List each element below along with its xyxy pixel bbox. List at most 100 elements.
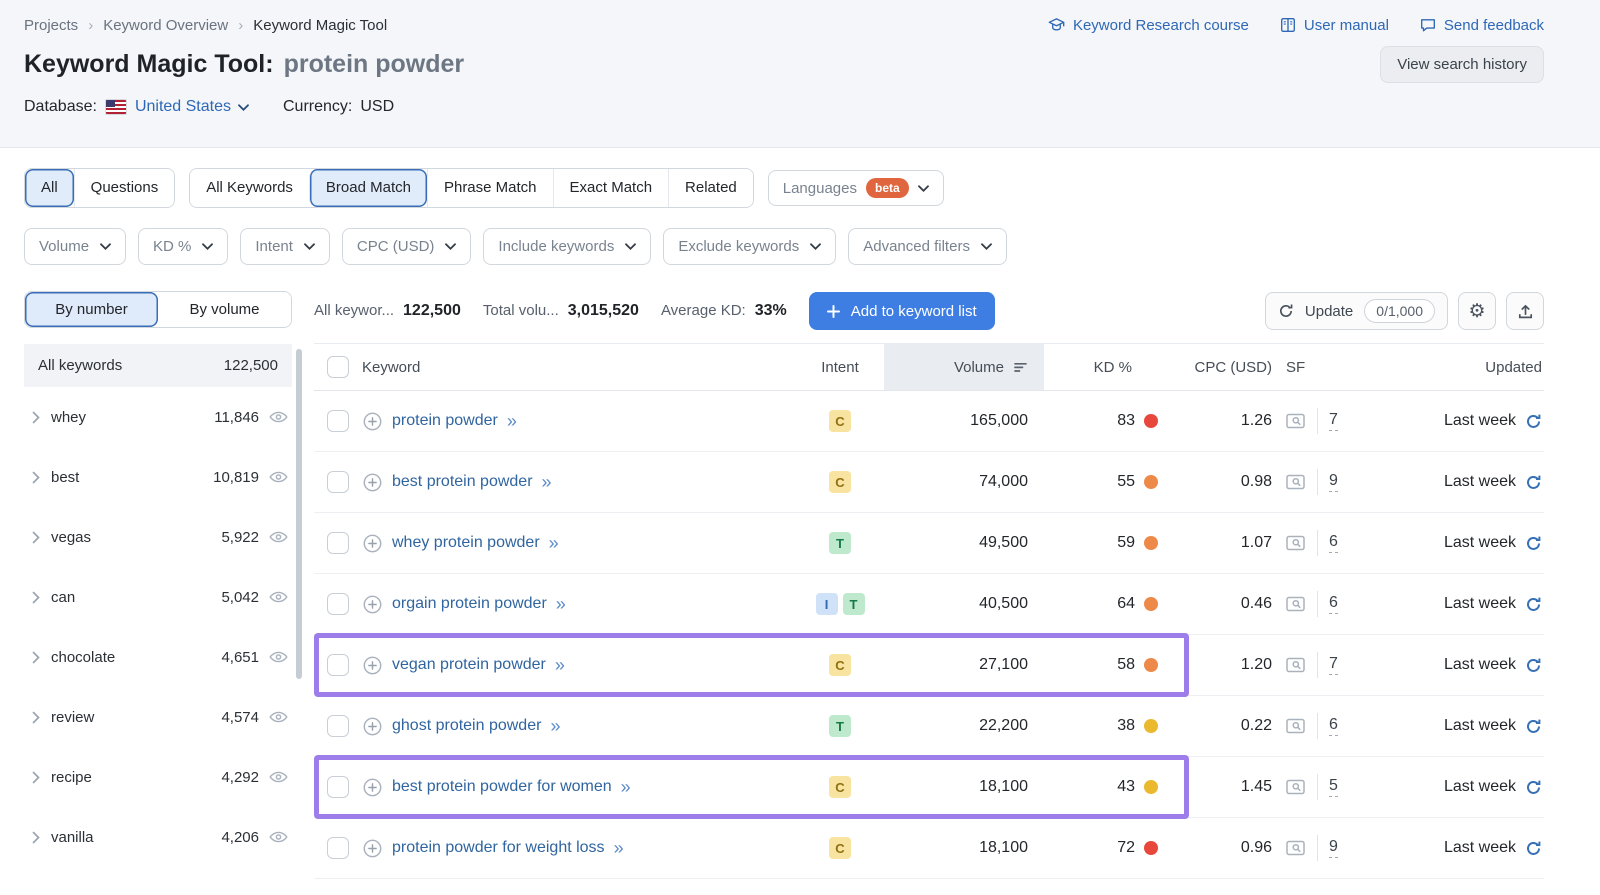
serp-preview-icon[interactable] <box>1286 535 1306 551</box>
eye-icon[interactable] <box>269 410 288 424</box>
filter-advanced-filters[interactable]: Advanced filters <box>848 228 1007 265</box>
row-checkbox[interactable] <box>327 532 349 554</box>
refresh-row-icon[interactable] <box>1525 413 1542 430</box>
expand-chevron-icon[interactable] <box>32 471 41 484</box>
add-keyword-icon[interactable] <box>362 655 383 676</box>
sidebar-group-vegas[interactable]: vegas5,922 <box>24 507 292 567</box>
select-all-checkbox[interactable] <box>327 356 349 378</box>
expand-chevron-icon[interactable] <box>32 411 41 424</box>
expand-chevron-icon[interactable] <box>32 591 41 604</box>
toggle-by-volume[interactable]: By volume <box>158 292 291 327</box>
serp-preview-icon[interactable] <box>1286 718 1306 734</box>
sidebar-group-whey[interactable]: whey11,846 <box>24 387 292 447</box>
breadcrumb-item-projects[interactable]: Projects <box>24 17 78 34</box>
refresh-row-icon[interactable] <box>1525 779 1542 796</box>
keyword-link[interactable]: vegan protein powder <box>392 656 546 674</box>
languages-dropdown[interactable]: Languagesbeta <box>768 170 944 206</box>
sidebar-group-review[interactable]: review4,574 <box>24 687 292 747</box>
add-keyword-icon[interactable] <box>362 594 383 615</box>
keyword-link[interactable]: ghost protein powder <box>392 717 541 735</box>
keyword-link[interactable]: orgain protein powder <box>392 595 547 613</box>
export-button[interactable] <box>1506 292 1544 330</box>
update-metrics-button[interactable]: Update 0/1,000 <box>1265 292 1448 330</box>
serp-preview-icon[interactable] <box>1286 596 1306 612</box>
open-keyword-icon[interactable]: » <box>507 412 517 430</box>
keyword-link[interactable]: protein powder for weight loss <box>392 839 605 857</box>
add-keyword-icon[interactable] <box>362 777 383 798</box>
column-header-cpc[interactable]: CPC (USD) <box>1162 344 1280 390</box>
tab-all-keywords[interactable]: All Keywords <box>190 169 309 207</box>
add-to-keyword-list-button[interactable]: Add to keyword list <box>809 292 995 330</box>
refresh-row-icon[interactable] <box>1525 596 1542 613</box>
serp-preview-icon[interactable] <box>1286 779 1306 795</box>
serp-features-count[interactable]: 7 <box>1329 655 1338 675</box>
settings-button[interactable]: ⚙ <box>1458 292 1496 330</box>
open-keyword-icon[interactable]: » <box>550 717 560 735</box>
eye-icon[interactable] <box>269 530 288 544</box>
open-keyword-icon[interactable]: » <box>556 595 566 613</box>
eye-icon[interactable] <box>269 650 288 664</box>
serp-preview-icon[interactable] <box>1286 657 1306 673</box>
serp-features-count[interactable]: 6 <box>1329 533 1338 553</box>
serp-features-count[interactable]: 9 <box>1329 838 1338 858</box>
send-feedback-link[interactable]: Send feedback <box>1419 16 1544 34</box>
open-keyword-icon[interactable]: » <box>555 656 565 674</box>
sidebar-group-vanilla[interactable]: vanilla4,206 <box>24 807 292 867</box>
tab-broad-match[interactable]: Broad Match <box>309 169 427 207</box>
filter-cpc-usd[interactable]: CPC (USD) <box>342 228 472 265</box>
add-keyword-icon[interactable] <box>362 472 383 493</box>
sidebar-group-best[interactable]: best10,819 <box>24 447 292 507</box>
tab-exact-match[interactable]: Exact Match <box>553 169 669 207</box>
database-selector[interactable]: United States <box>135 98 249 116</box>
row-checkbox[interactable] <box>327 593 349 615</box>
open-keyword-icon[interactable]: » <box>621 778 631 796</box>
sidebar-group-chocolate[interactable]: chocolate4,651 <box>24 627 292 687</box>
refresh-row-icon[interactable] <box>1525 474 1542 491</box>
view-search-history-button[interactable]: View search history <box>1380 46 1544 83</box>
refresh-row-icon[interactable] <box>1525 535 1542 552</box>
keyword-research-course-link[interactable]: Keyword Research course <box>1047 16 1249 34</box>
row-checkbox[interactable] <box>327 776 349 798</box>
expand-chevron-icon[interactable] <box>32 531 41 544</box>
tab-all[interactable]: All <box>25 169 74 207</box>
keyword-link[interactable]: whey protein powder <box>392 534 540 552</box>
eye-icon[interactable] <box>269 590 288 604</box>
sidebar-all-keywords-row[interactable]: All keywords 122,500 <box>24 344 292 387</box>
column-header-sf[interactable]: SF <box>1280 344 1372 390</box>
tab-questions[interactable]: Questions <box>74 169 175 207</box>
filter-exclude-keywords[interactable]: Exclude keywords <box>663 228 836 265</box>
row-checkbox[interactable] <box>327 654 349 676</box>
add-keyword-icon[interactable] <box>362 716 383 737</box>
tab-phrase-match[interactable]: Phrase Match <box>427 169 553 207</box>
tab-related[interactable]: Related <box>668 169 753 207</box>
column-header-intent[interactable]: Intent <box>796 344 884 390</box>
column-header-kd[interactable]: KD % <box>1044 344 1162 390</box>
open-keyword-icon[interactable]: » <box>542 473 552 491</box>
filter-volume[interactable]: Volume <box>24 228 126 265</box>
add-keyword-icon[interactable] <box>362 533 383 554</box>
expand-chevron-icon[interactable] <box>32 711 41 724</box>
serp-features-count[interactable]: 7 <box>1329 411 1338 431</box>
eye-icon[interactable] <box>269 770 288 784</box>
open-keyword-icon[interactable]: » <box>614 839 624 857</box>
serp-preview-icon[interactable] <box>1286 840 1306 856</box>
serp-features-count[interactable]: 6 <box>1329 716 1338 736</box>
refresh-row-icon[interactable] <box>1525 840 1542 857</box>
serp-features-count[interactable]: 6 <box>1329 594 1338 614</box>
column-header-volume[interactable]: Volume <box>884 344 1044 390</box>
add-keyword-icon[interactable] <box>362 411 383 432</box>
breadcrumb-item-keyword-overview[interactable]: Keyword Overview <box>103 17 228 34</box>
filter-include-keywords[interactable]: Include keywords <box>483 228 651 265</box>
toggle-by-number[interactable]: By number <box>25 292 158 327</box>
refresh-row-icon[interactable] <box>1525 657 1542 674</box>
filter-kd[interactable]: KD % <box>138 228 228 265</box>
eye-icon[interactable] <box>269 470 288 484</box>
serp-preview-icon[interactable] <box>1286 413 1306 429</box>
user-manual-link[interactable]: User manual <box>1279 16 1389 34</box>
row-checkbox[interactable] <box>327 410 349 432</box>
keyword-link[interactable]: best protein powder <box>392 473 533 491</box>
expand-chevron-icon[interactable] <box>32 831 41 844</box>
sidebar-scrollbar[interactable] <box>296 349 302 679</box>
refresh-row-icon[interactable] <box>1525 718 1542 735</box>
row-checkbox[interactable] <box>327 715 349 737</box>
